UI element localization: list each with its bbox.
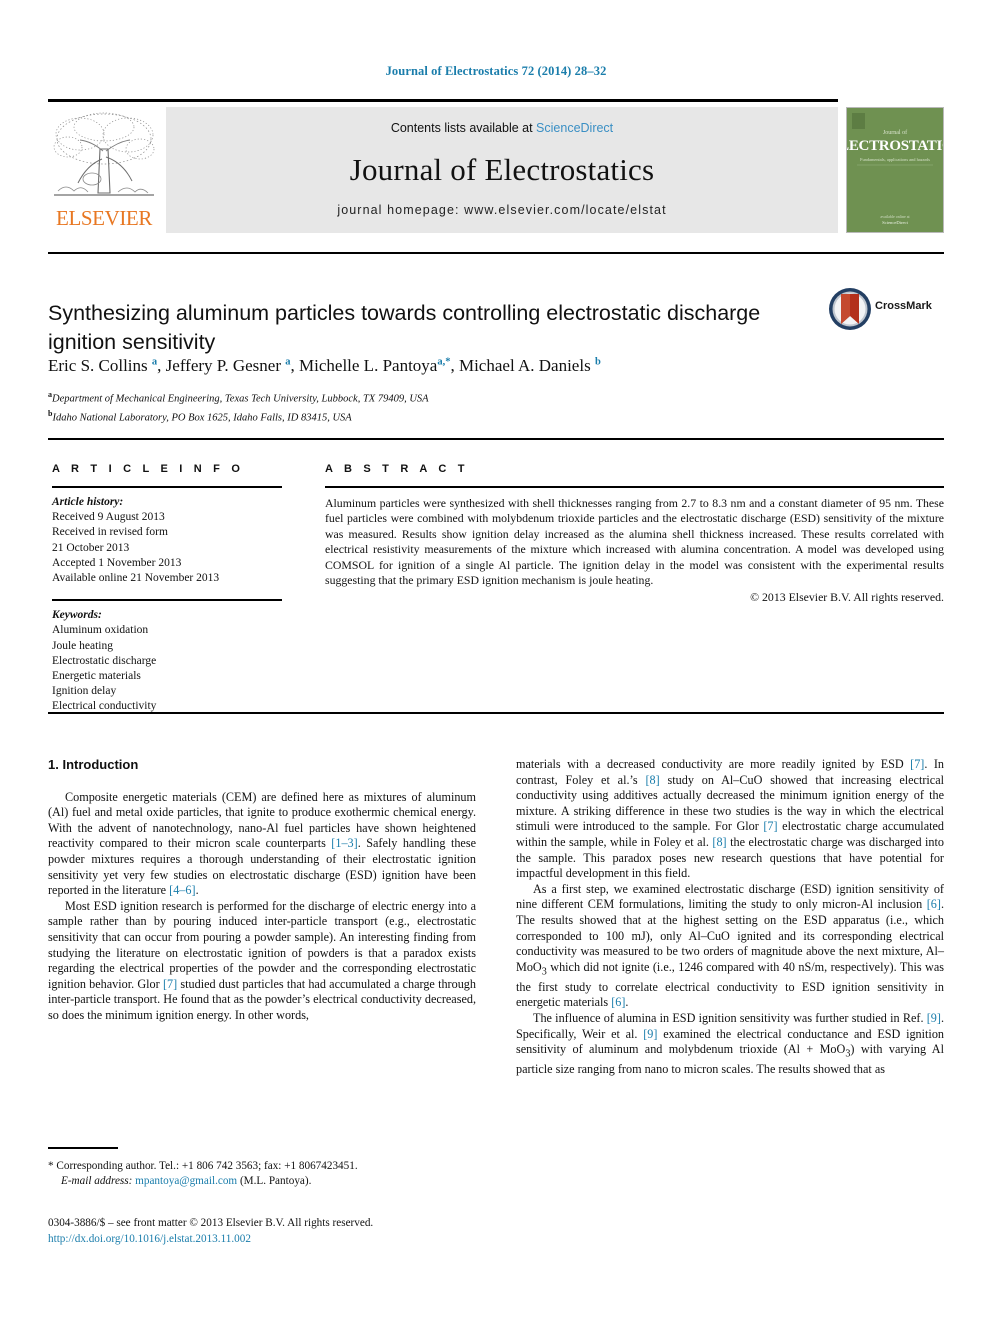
paragraph: As a first step, we examined electrostat… bbox=[516, 881, 944, 1010]
paragraph: Most ESD ignition research is performed … bbox=[48, 898, 476, 1022]
author-affil-marker: b bbox=[594, 356, 601, 368]
keyword-item: Energetic materials bbox=[52, 670, 141, 683]
body-column-right: materials with a decreased conductivity … bbox=[516, 757, 944, 1078]
abstract-column: A B S T R A C T Aluminum particles were … bbox=[325, 463, 944, 605]
citation-ref[interactable]: [4–6] bbox=[169, 883, 195, 897]
citation-ref[interactable]: [9] bbox=[927, 1011, 941, 1025]
crossmark-label: CrossMark bbox=[875, 300, 932, 312]
article-info-heading: A R T I C L E I N F O bbox=[52, 463, 245, 475]
affiliations: aDepartment of Mechanical Engineering, T… bbox=[48, 388, 938, 426]
history-item: Received in revised form bbox=[52, 526, 168, 539]
svg-text:available online at: available online at bbox=[880, 214, 910, 219]
issn-line: 0304-3886/$ – see front matter © 2013 El… bbox=[48, 1217, 374, 1229]
info-bottom-rule bbox=[48, 712, 944, 714]
author-affil-marker-corresponding: a,* bbox=[437, 356, 451, 368]
affiliation-b: bIdaho National Laboratory, PO Box 1625,… bbox=[48, 407, 938, 426]
citation-ref[interactable]: [7] bbox=[763, 819, 777, 833]
abstract-rights: © 2013 Elsevier B.V. All rights reserved… bbox=[750, 590, 944, 605]
corresponding-author-note: * Corresponding author. Tel.: +1 806 742… bbox=[48, 1159, 358, 1172]
keyword-item: Aluminum oxidation bbox=[52, 624, 149, 637]
journal-cover-thumbnail: Journal of ELECTROSTATICS Fundamentals, … bbox=[846, 107, 944, 233]
citation-ref[interactable]: [9] bbox=[643, 1027, 657, 1041]
author-affil-marker: a bbox=[285, 356, 291, 368]
footnote-rule bbox=[48, 1147, 118, 1149]
journal-title: Journal of Electrostatics bbox=[349, 152, 655, 187]
journal-cover-art: Journal of ELECTROSTATICS Fundamentals, … bbox=[847, 108, 943, 232]
history-item: Available online 21 November 2013 bbox=[52, 572, 220, 585]
article-info-column: A R T I C L E I N F O Article history: R… bbox=[52, 463, 282, 715]
journal-masthead: ELSEVIER Contents lists available at Sci… bbox=[48, 99, 944, 233]
issn-copyright-block: 0304-3886/$ – see front matter © 2013 El… bbox=[48, 1216, 518, 1247]
abstract-rule bbox=[325, 486, 944, 488]
section-heading-introduction: 1. Introduction bbox=[48, 757, 139, 772]
citation-ref[interactable]: [6] bbox=[611, 995, 625, 1009]
page-title: Synthesizing aluminum particles towards … bbox=[48, 301, 761, 355]
citation-ref[interactable]: [8] bbox=[712, 835, 726, 849]
history-item: Accepted 1 November 2013 bbox=[52, 556, 182, 569]
masthead-top-rule bbox=[48, 99, 838, 102]
paper-page: Journal of Electrostatics 72 (2014) 28–3… bbox=[0, 0, 992, 1323]
crossmark-icon bbox=[829, 288, 871, 330]
paragraph: The influence of alumina in ESD ignition… bbox=[516, 1010, 944, 1077]
history-item: Received 9 August 2013 bbox=[52, 511, 165, 524]
sciencedirect-link[interactable]: ScienceDirect bbox=[536, 121, 613, 135]
citation-ref[interactable]: [7] bbox=[163, 977, 177, 991]
citation-ref[interactable]: [6] bbox=[927, 897, 941, 911]
contents-available-line: Contents lists available at ScienceDirec… bbox=[166, 121, 838, 135]
article-history: Article history: Received 9 August 2013 … bbox=[52, 495, 282, 586]
keyword-item: Joule heating bbox=[52, 639, 113, 652]
citation-ref[interactable]: [1–3] bbox=[331, 836, 357, 850]
author-list: Eric S. Collins a, Jeffery P. Gesner a, … bbox=[48, 356, 601, 375]
paragraph: materials with a decreased conductivity … bbox=[516, 757, 945, 881]
doi-link[interactable]: http://dx.doi.org/10.1016/j.elstat.2013.… bbox=[48, 1232, 518, 1248]
body-column-left: 1. Introduction Composite energetic mate… bbox=[48, 757, 476, 1024]
keywords-label: Keywords: bbox=[52, 609, 102, 622]
contents-prefix: Contents lists available at bbox=[390, 121, 537, 135]
svg-text:ScienceDirect: ScienceDirect bbox=[882, 220, 908, 225]
keywords-rule bbox=[52, 599, 282, 602]
article-info-rule bbox=[52, 486, 282, 488]
keyword-item: Ignition delay bbox=[52, 685, 117, 698]
affiliation-b-text: Idaho National Laboratory, PO Box 1625, … bbox=[52, 412, 352, 424]
author-affil-marker: a bbox=[151, 356, 158, 368]
elsevier-tree-icon bbox=[53, 112, 155, 196]
abstract-heading: A B S T R A C T bbox=[325, 463, 469, 475]
article-history-label: Article history: bbox=[52, 496, 124, 508]
email-link[interactable]: mpantoya@gmail.com bbox=[135, 1175, 237, 1187]
email-suffix: (M.L. Pantoya). bbox=[239, 1175, 312, 1187]
keywords-block: Keywords: Aluminum oxidation Joule heati… bbox=[52, 608, 282, 714]
abstract-text: Aluminum particles were synthesized with… bbox=[325, 496, 944, 588]
affiliation-a: aDepartment of Mechanical Engineering, T… bbox=[48, 388, 938, 407]
elsevier-wordmark: ELSEVIER bbox=[56, 206, 152, 230]
footnote-area: * Corresponding author. Tel.: +1 806 742… bbox=[48, 1147, 476, 1190]
email-note: E-mail address: mpantoya@gmail.com (M.L.… bbox=[48, 1174, 476, 1190]
title-separator-rule bbox=[48, 252, 944, 254]
affiliation-a-text: Department of Mechanical Engineering, Te… bbox=[52, 393, 429, 405]
masthead-banner: Contents lists available at ScienceDirec… bbox=[166, 107, 838, 233]
history-item: 21 October 2013 bbox=[52, 541, 130, 554]
citation-ref[interactable]: [7] bbox=[910, 757, 924, 771]
running-head: Journal of Electrostatics 72 (2014) 28–3… bbox=[385, 64, 607, 78]
info-top-rule bbox=[48, 438, 944, 440]
crossmark-badge[interactable]: CrossMark bbox=[827, 286, 943, 332]
citation-ref[interactable]: [8] bbox=[645, 773, 659, 787]
paragraph: Composite energetic materials (CEM) are … bbox=[48, 789, 476, 898]
journal-homepage-link[interactable]: journal homepage: www.elsevier.com/locat… bbox=[166, 203, 838, 217]
email-label: E-mail address: bbox=[61, 1175, 133, 1187]
keyword-item: Electrostatic discharge bbox=[52, 654, 157, 667]
elsevier-logo: ELSEVIER bbox=[48, 107, 160, 233]
svg-text:Journal of: Journal of bbox=[883, 129, 907, 136]
svg-text:ELECTROSTATICS: ELECTROSTATICS bbox=[847, 138, 943, 154]
